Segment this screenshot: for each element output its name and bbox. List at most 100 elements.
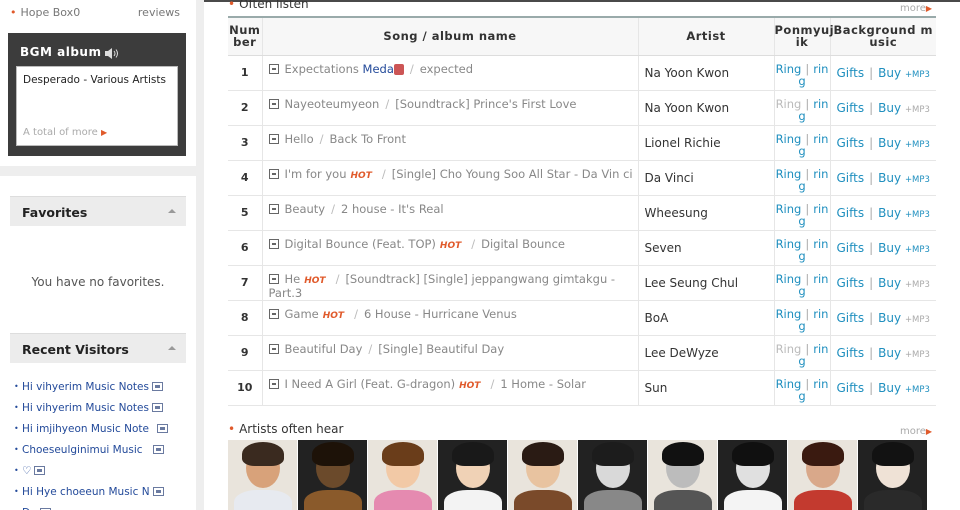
album-name[interactable]: Back To Front [330,132,406,146]
album-name[interactable]: Digital Bounce [481,237,565,251]
buy-link[interactable]: Buy [878,171,901,185]
album-name[interactable]: [Soundtrack] Prince's First Love [395,97,576,111]
album-name[interactable]: 2 house - It's Real [341,202,444,216]
buy-link[interactable]: Buy [878,276,901,290]
song-info-icon[interactable] [268,343,279,354]
artist-name[interactable]: BoA [637,300,774,336]
often-listen-more-link[interactable]: more▶ [900,3,932,14]
gifts-link[interactable]: Gifts [837,276,865,290]
artist-thumbnail[interactable] [788,440,857,510]
artist-name[interactable]: Na Yoon Kwon [637,90,774,126]
bgm-song[interactable]: Desperado - Various Artists [23,74,166,86]
ring-link[interactable]: rin g [798,62,828,88]
artist-thumbnail[interactable] [578,440,647,510]
visitor-item[interactable]: • Hi Hye choeeun Music N [14,481,190,502]
ring-link[interactable]: rin g [798,272,828,298]
buy-link[interactable]: Buy [878,66,901,80]
song-title[interactable]: I'm for you [285,167,347,181]
song-info-icon[interactable] [268,63,279,74]
buy-link[interactable]: Buy [878,381,901,395]
song-info-icon[interactable] [268,168,279,179]
visitor-item[interactable]: • ♡ [14,460,190,481]
meda-link[interactable]: Meda [363,62,394,76]
album-name[interactable]: [Single] Cho Young Soo All Star - Da Vin… [392,167,633,181]
artist-name[interactable]: Lee DeWyze [637,335,774,371]
artist-thumbnail[interactable] [438,440,507,510]
mp3-link[interactable]: +MP3 [905,105,930,115]
song-title[interactable]: He [285,272,301,286]
song-title[interactable]: I Need A Girl (Feat. G-dragon) [285,377,456,391]
gifts-link[interactable]: Gifts [837,66,865,80]
buy-link[interactable]: Buy [878,346,901,360]
visitor-item[interactable]: • Hi vihyerim Music Notes [14,397,190,418]
song-title[interactable]: Game [285,307,319,321]
mp3-link[interactable]: +MP3 [905,210,930,220]
artist-name[interactable]: Lee Seung Chul [637,265,774,301]
gifts-link[interactable]: Gifts [837,101,865,115]
gifts-link[interactable]: Gifts [837,206,865,220]
album-name[interactable]: 6 House - Hurricane Venus [364,307,517,321]
buy-link[interactable]: Buy [878,136,901,150]
song-info-icon[interactable] [268,98,279,109]
ring-link[interactable]: rin g [798,132,828,158]
gifts-link[interactable]: Gifts [837,136,865,150]
artist-name[interactable]: Seven [637,230,774,266]
gifts-link[interactable]: Gifts [837,381,865,395]
song-title[interactable]: Beautiful Day [285,342,363,356]
song-info-icon[interactable] [268,308,279,319]
collapse-caret-icon[interactable] [168,346,176,350]
artist-thumbnail[interactable] [508,440,577,510]
song-info-icon[interactable] [268,203,279,214]
collapse-caret-icon[interactable] [168,209,176,213]
artists-more-link[interactable]: more▶ [900,426,932,437]
song-title[interactable]: Digital Bounce (Feat. TOP) [285,237,436,251]
album-name[interactable]: 1 Home - Solar [500,377,586,391]
mp3-link[interactable]: +MP3 [905,245,930,255]
buy-link[interactable]: Buy [878,101,901,115]
hope-box-link[interactable]: • Hope Box0 [10,6,80,19]
gifts-link[interactable]: Gifts [837,171,865,185]
recent-visitors-header[interactable]: Recent Visitors [10,333,186,363]
mp3-link[interactable]: +MP3 [905,175,930,185]
visitor-item[interactable]: • Hi imjihyeon Music Note [14,418,190,439]
artist-thumbnail[interactable] [648,440,717,510]
ring-link[interactable]: rin g [798,97,828,123]
favorites-header[interactable]: Favorites [10,196,186,226]
ring-link[interactable]: rin g [798,342,828,368]
artist-thumbnail[interactable] [228,440,297,510]
ring-link[interactable]: rin g [798,237,828,263]
mp3-link[interactable]: +MP3 [905,280,930,290]
buy-link[interactable]: Buy [878,241,901,255]
artist-name[interactable]: Wheesung [637,195,774,231]
song-info-icon[interactable] [268,133,279,144]
mp3-link[interactable]: +MP3 [905,70,930,80]
visitor-item[interactable]: • Choeseulginimui Music [14,439,190,460]
gifts-link[interactable]: Gifts [837,311,865,325]
ring-link[interactable]: rin g [798,377,828,403]
artist-thumbnail[interactable] [298,440,367,510]
visitor-item[interactable]: •Do [14,502,190,510]
mp3-link[interactable]: +MP3 [905,140,930,150]
song-title[interactable]: Beauty [285,202,326,216]
song-info-icon[interactable] [268,273,279,284]
song-title[interactable]: Expectations [285,62,359,76]
song-info-icon[interactable] [268,378,279,389]
artist-name[interactable]: Da Vinci [637,160,774,196]
ring-link[interactable]: rin g [798,202,828,228]
mp3-link[interactable]: +MP3 [905,315,930,325]
gifts-link[interactable]: Gifts [837,241,865,255]
bgm-total-more[interactable]: A total of more ▶ [23,127,107,138]
artist-name[interactable]: Lionel Richie [637,125,774,161]
mp3-link[interactable]: +MP3 [905,385,930,395]
album-name[interactable]: [Single] Beautiful Day [378,342,504,356]
song-title[interactable]: Hello [285,132,314,146]
artist-name[interactable]: Na Yoon Kwon [637,55,774,91]
ring-link[interactable]: rin g [798,307,828,333]
song-title[interactable]: Nayeoteumyeon [285,97,380,111]
ring-link[interactable]: rin g [798,167,828,193]
gifts-link[interactable]: Gifts [837,346,865,360]
artist-thumbnail[interactable] [368,440,437,510]
buy-link[interactable]: Buy [878,206,901,220]
artist-name[interactable]: Sun [637,370,774,406]
reviews-link[interactable]: reviews [138,6,180,19]
